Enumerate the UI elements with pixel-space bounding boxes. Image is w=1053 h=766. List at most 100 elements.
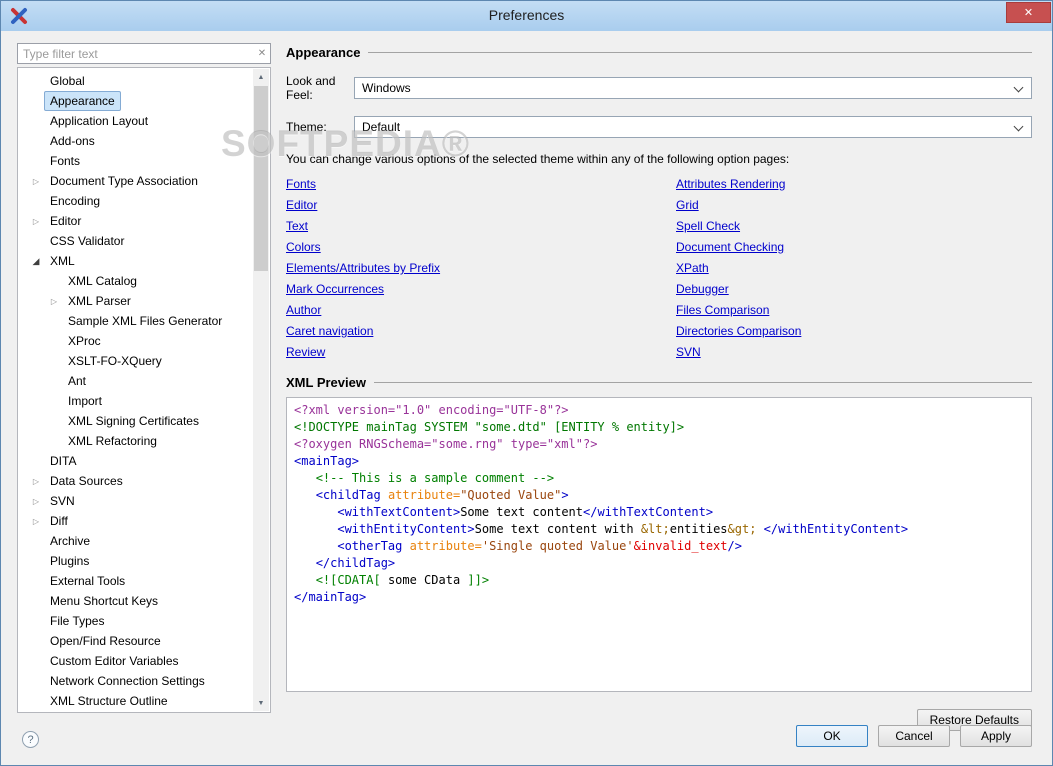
tree-item-label[interactable]: DITA: [44, 451, 82, 471]
apply-button[interactable]: Apply: [960, 725, 1032, 747]
tree-item-label[interactable]: SVN: [44, 491, 81, 511]
tree-item-global[interactable]: Global: [18, 71, 252, 91]
link-svn[interactable]: SVN: [676, 346, 701, 359]
link-caret-navigation[interactable]: Caret navigation: [286, 325, 373, 338]
clear-filter-icon[interactable]: ✕: [254, 48, 270, 59]
tree-item-document-type-association[interactable]: ▷ Document Type Association: [18, 171, 252, 191]
tree-item-label[interactable]: Editor: [44, 211, 87, 231]
tree-item-label[interactable]: Network Connection Settings: [44, 671, 211, 691]
link-spell-check[interactable]: Spell Check: [676, 220, 740, 233]
tree-item-label[interactable]: XSLT-FO-XQuery: [62, 351, 168, 371]
tree-item-fonts[interactable]: Fonts: [18, 151, 252, 171]
tree-item-custom-editor-variables[interactable]: Custom Editor Variables: [18, 651, 252, 671]
tree-item-svn[interactable]: ▷ SVN: [18, 491, 252, 511]
tree-item-open-find-resource[interactable]: Open/Find Resource: [18, 631, 252, 651]
tree-item-label[interactable]: CSS Validator: [44, 231, 130, 251]
link-text[interactable]: Text: [286, 220, 308, 233]
tree-item-label[interactable]: Application Layout: [44, 111, 154, 131]
tree-item-editor[interactable]: ▷ Editor: [18, 211, 252, 231]
tree-item-label[interactable]: Menu Shortcut Keys: [44, 591, 164, 611]
tree-item-label[interactable]: Ant: [62, 371, 92, 391]
tree-item-application-layout[interactable]: Application Layout: [18, 111, 252, 131]
tree-scrollbar[interactable]: ▲ ▼: [253, 69, 269, 711]
look-and-feel-select[interactable]: Windows: [354, 77, 1032, 99]
link-files-comparison[interactable]: Files Comparison: [676, 304, 769, 317]
link-xpath[interactable]: XPath: [676, 262, 709, 275]
collapsed-arrow-icon[interactable]: ▷: [28, 497, 44, 506]
scrollbar-thumb[interactable]: [254, 86, 268, 271]
link-mark-occurrences[interactable]: Mark Occurrences: [286, 283, 384, 296]
collapsed-arrow-icon[interactable]: ▷: [46, 297, 62, 306]
tree-item-label[interactable]: Global: [44, 71, 91, 91]
tree-item-label[interactable]: XProc: [62, 331, 107, 351]
tree-item-label[interactable]: Archive: [44, 531, 96, 551]
tree-item-xml-signing-certificates[interactable]: XML Signing Certificates: [18, 411, 252, 431]
tree-item-add-ons[interactable]: Add-ons: [18, 131, 252, 151]
tree-item-network-connection-settings[interactable]: Network Connection Settings: [18, 671, 252, 691]
tree-item-label[interactable]: Appearance: [44, 91, 121, 111]
tree-item-plugins[interactable]: Plugins: [18, 551, 252, 571]
filter-input[interactable]: [18, 46, 254, 61]
tree-item-label[interactable]: Diff: [44, 511, 74, 531]
ok-button[interactable]: OK: [796, 725, 868, 747]
collapsed-arrow-icon[interactable]: ▷: [28, 477, 44, 486]
collapsed-arrow-icon[interactable]: ▷: [28, 517, 44, 526]
tree-item-archive[interactable]: Archive: [18, 531, 252, 551]
scroll-down-icon[interactable]: ▼: [253, 695, 269, 711]
help-icon[interactable]: ?: [22, 731, 39, 748]
tree-item-label[interactable]: XML: [44, 251, 81, 271]
link-grid[interactable]: Grid: [676, 199, 699, 212]
link-review[interactable]: Review: [286, 346, 325, 359]
tree-item-xml-catalog[interactable]: XML Catalog: [18, 271, 252, 291]
tree-item-xml-refactoring[interactable]: XML Refactoring: [18, 431, 252, 451]
tree-item-dita[interactable]: DITA: [18, 451, 252, 471]
tree-item-appearance[interactable]: Appearance: [18, 91, 252, 111]
link-elements-attributes-by-prefix[interactable]: Elements/Attributes by Prefix: [286, 262, 440, 275]
link-debugger[interactable]: Debugger: [676, 283, 729, 296]
tree-item-label[interactable]: XML Structure Outline: [44, 691, 174, 710]
tree-item-menu-shortcut-keys[interactable]: Menu Shortcut Keys: [18, 591, 252, 611]
tree-item-external-tools[interactable]: External Tools: [18, 571, 252, 591]
tree-item-label[interactable]: Open/Find Resource: [44, 631, 167, 651]
tree-item-label[interactable]: XML Parser: [62, 291, 137, 311]
titlebar[interactable]: Preferences ✕: [1, 1, 1052, 31]
tree-item-xproc[interactable]: XProc: [18, 331, 252, 351]
tree-item-label[interactable]: Document Type Association: [44, 171, 204, 191]
link-fonts[interactable]: Fonts: [286, 178, 316, 191]
tree-item-xml-structure-outline[interactable]: XML Structure Outline: [18, 691, 252, 710]
tree-item-sample-xml-files-generator[interactable]: Sample XML Files Generator: [18, 311, 252, 331]
scroll-up-icon[interactable]: ▲: [253, 69, 269, 85]
tree-item-label[interactable]: External Tools: [44, 571, 131, 591]
tree-item-import[interactable]: Import: [18, 391, 252, 411]
tree-item-data-sources[interactable]: ▷ Data Sources: [18, 471, 252, 491]
tree-item-xslt-fo-xquery[interactable]: XSLT-FO-XQuery: [18, 351, 252, 371]
tree-item-label[interactable]: Add-ons: [44, 131, 101, 151]
link-editor[interactable]: Editor: [286, 199, 317, 212]
link-author[interactable]: Author: [286, 304, 321, 317]
tree-item-file-types[interactable]: File Types: [18, 611, 252, 631]
tree-item-xml-parser[interactable]: ▷ XML Parser: [18, 291, 252, 311]
close-button[interactable]: ✕: [1006, 2, 1051, 23]
link-document-checking[interactable]: Document Checking: [676, 241, 784, 254]
collapsed-arrow-icon[interactable]: ▷: [28, 177, 44, 186]
tree-item-label[interactable]: XML Refactoring: [62, 431, 163, 451]
tree-item-label[interactable]: Encoding: [44, 191, 106, 211]
link-directories-comparison[interactable]: Directories Comparison: [676, 325, 801, 338]
tree-item-label[interactable]: Sample XML Files Generator: [62, 311, 228, 331]
tree-item-label[interactable]: Import: [62, 391, 108, 411]
expanded-arrow-icon[interactable]: ◢: [28, 256, 44, 267]
tree-item-label[interactable]: Custom Editor Variables: [44, 651, 185, 671]
tree-item-css-validator[interactable]: CSS Validator: [18, 231, 252, 251]
tree-item-label[interactable]: XML Signing Certificates: [62, 411, 205, 431]
link-attributes-rendering[interactable]: Attributes Rendering: [676, 178, 785, 191]
tree-item-ant[interactable]: Ant: [18, 371, 252, 391]
tree-item-label[interactable]: Fonts: [44, 151, 86, 171]
tree-item-label[interactable]: Data Sources: [44, 471, 129, 491]
link-colors[interactable]: Colors: [286, 241, 321, 254]
collapsed-arrow-icon[interactable]: ▷: [28, 217, 44, 226]
tree-item-label[interactable]: XML Catalog: [62, 271, 143, 291]
theme-select[interactable]: Default: [354, 116, 1032, 138]
tree-item-label[interactable]: Plugins: [44, 551, 95, 571]
tree-item-xml[interactable]: ◢ XML: [18, 251, 252, 271]
tree-item-label[interactable]: File Types: [44, 611, 110, 631]
